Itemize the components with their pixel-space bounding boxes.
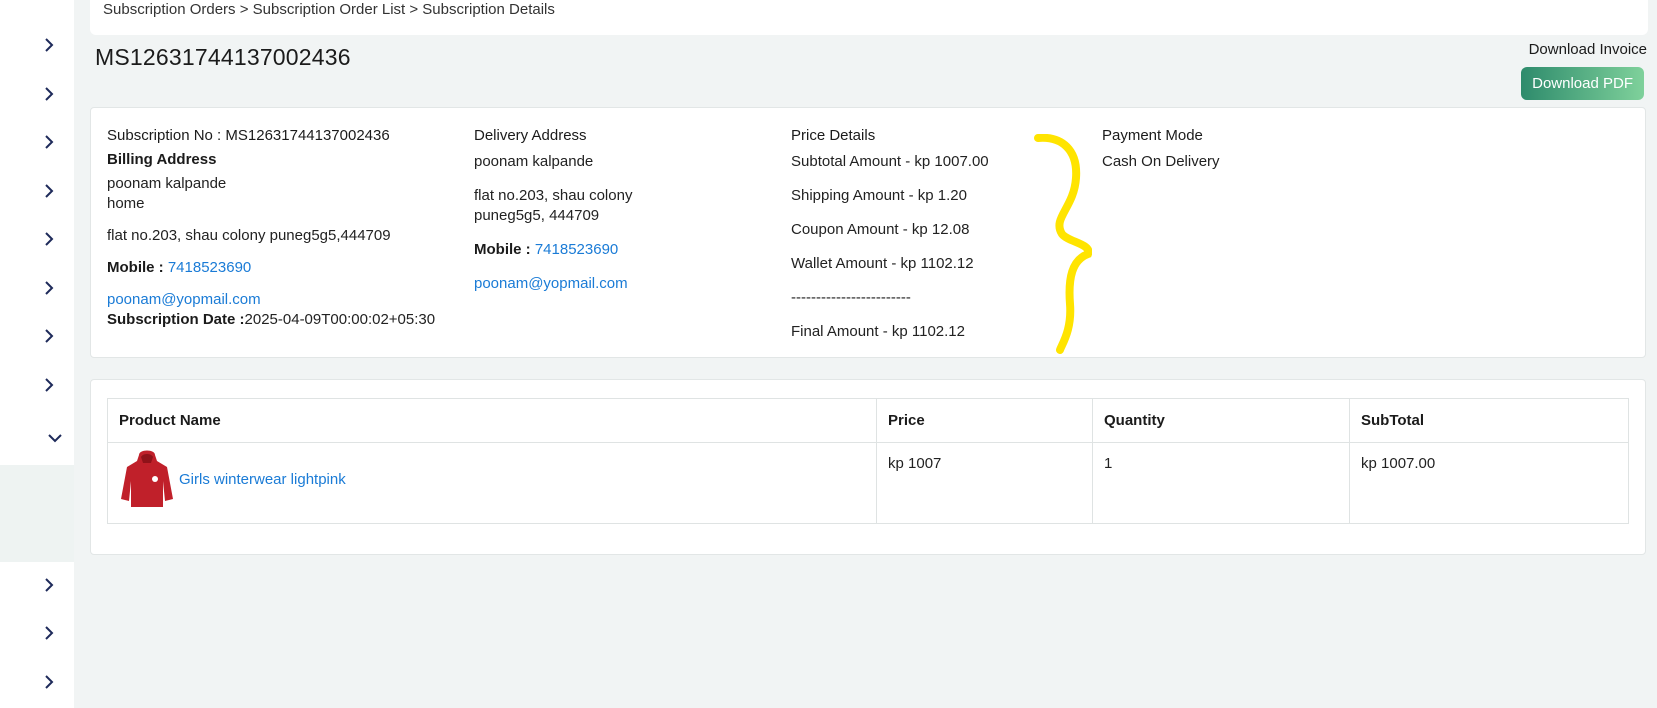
final-amount: Final Amount - kp 1102.12 [791,323,965,340]
sidebar [0,0,74,708]
sidebar-item-12[interactable] [0,662,74,702]
subscription-details-card: Subscription No : MS12631744137002436 Bi… [90,107,1646,358]
chevron-right-icon [45,135,54,149]
delivery-address-title: Delivery Address [474,127,587,144]
column-header-quantity: Quantity [1092,398,1350,443]
chevron-right-icon [45,87,54,101]
price-details-column: Price Details Subtotal Amount - kp 1007.… [791,126,989,342]
chevron-right-icon [45,184,54,198]
payment-column: Payment Mode Cash On Delivery [1102,126,1220,172]
billing-column: Subscription No : MS12631744137002436 Bi… [107,126,435,330]
chevron-right-icon [45,378,54,392]
sidebar-item-3[interactable] [0,122,74,162]
subscription-date: 2025-04-09T00:00:02+05:30 [244,311,436,328]
delivery-mobile-row: Mobile : 7418523690 [474,240,632,260]
subtotal-amount: Subtotal Amount - kp 1007.00 [791,153,989,170]
billing-address: flat no.203, shau colony puneg5g5,444709 [107,227,391,244]
chevron-right-icon [45,281,54,295]
column-header-product-name: Product Name [107,398,877,443]
billing-address-title: Billing Address [107,151,217,168]
order-items-card: Product Name Price Quantity SubTotal Gir… [90,379,1646,555]
product-name-cell: Girls winterwear lightpink [107,442,877,524]
download-pdf-button[interactable]: Download PDF [1521,67,1644,100]
subtotal-cell: kp 1007.00 [1349,442,1629,524]
order-items-table: Product Name Price Quantity SubTotal Gir… [107,398,1629,524]
table-row: Girls winterwear lightpink kp 1007 1 kp … [107,442,1629,524]
billing-type: home [107,195,145,212]
billing-mobile-link[interactable]: 7418523690 [168,259,251,276]
chevron-right-icon [45,329,54,343]
delivery-email-link[interactable]: poonam@yopmail.com [474,274,632,294]
chevron-right-icon [45,232,54,246]
sidebar-item-1[interactable] [0,25,74,65]
table-header-row: Product Name Price Quantity SubTotal [107,398,1629,443]
subscription-date-row: Subscription Date :2025-04-09T00:00:02+0… [107,310,435,330]
payment-mode-value: Cash On Delivery [1102,153,1220,170]
column-header-price: Price [876,398,1093,443]
subscription-number: Subscription No : MS12631744137002436 [107,127,390,144]
delivery-address-line1: flat no.203, shau colony [474,187,633,204]
coupon-amount: Coupon Amount - kp 12.08 [791,221,970,238]
page-title: MS12631744137002436 [95,44,351,70]
price-cell: kp 1007 [876,442,1093,524]
mobile-label: Mobile : [107,259,164,276]
sidebar-item-8[interactable] [0,365,74,405]
product-name-link[interactable]: Girls winterwear lightpink [179,471,346,488]
price-details-title: Price Details [791,127,876,144]
sidebar-item-4[interactable] [0,171,74,211]
billing-mobile-row: Mobile : 7418523690 [107,258,435,278]
chevron-right-icon [45,38,54,52]
delivery-name: poonam kalpande [474,153,594,170]
breadcrumb-text[interactable]: Subscription Orders > Subscription Order… [103,1,555,18]
product-cell-content: Girls winterwear lightpink [119,449,865,509]
chevron-down-icon [48,434,62,443]
sidebar-item-2[interactable] [0,74,74,114]
delivery-mobile-link[interactable]: 7418523690 [535,241,618,258]
chevron-right-icon [45,675,54,689]
sidebar-item-9-expanded[interactable] [0,418,74,458]
mobile-label: Mobile : [474,241,531,258]
billing-name: poonam kalpande [107,175,227,192]
download-invoice-label: Download Invoice [1528,41,1647,58]
product-thumbnail[interactable] [119,449,175,509]
billing-email-link[interactable]: poonam@yopmail.com [107,290,435,310]
highlight-brace-annotation [1034,134,1092,354]
breadcrumb: Subscription Orders > Subscription Order… [90,0,1648,35]
payment-mode-title: Payment Mode [1102,127,1203,144]
subscription-date-label: Subscription Date : [107,311,245,328]
shipping-amount: Shipping Amount - kp 1.20 [791,187,967,204]
chevron-right-icon [45,578,54,592]
price-divider: ------------------------ [791,289,911,306]
sidebar-item-11[interactable] [0,613,74,653]
column-header-subtotal: SubTotal [1349,398,1629,443]
delivery-column: Delivery Address poonam kalpande flat no… [474,126,632,294]
sidebar-item-5[interactable] [0,219,74,259]
sidebar-submenu-active[interactable] [0,465,74,562]
wallet-amount: Wallet Amount - kp 1102.12 [791,255,974,272]
sidebar-item-6[interactable] [0,268,74,308]
sidebar-item-10[interactable] [0,565,74,605]
sidebar-item-7[interactable] [0,316,74,356]
delivery-address-line2: puneg5g5, 444709 [474,207,600,224]
chevron-right-icon [45,626,54,640]
quantity-cell: 1 [1092,442,1350,524]
